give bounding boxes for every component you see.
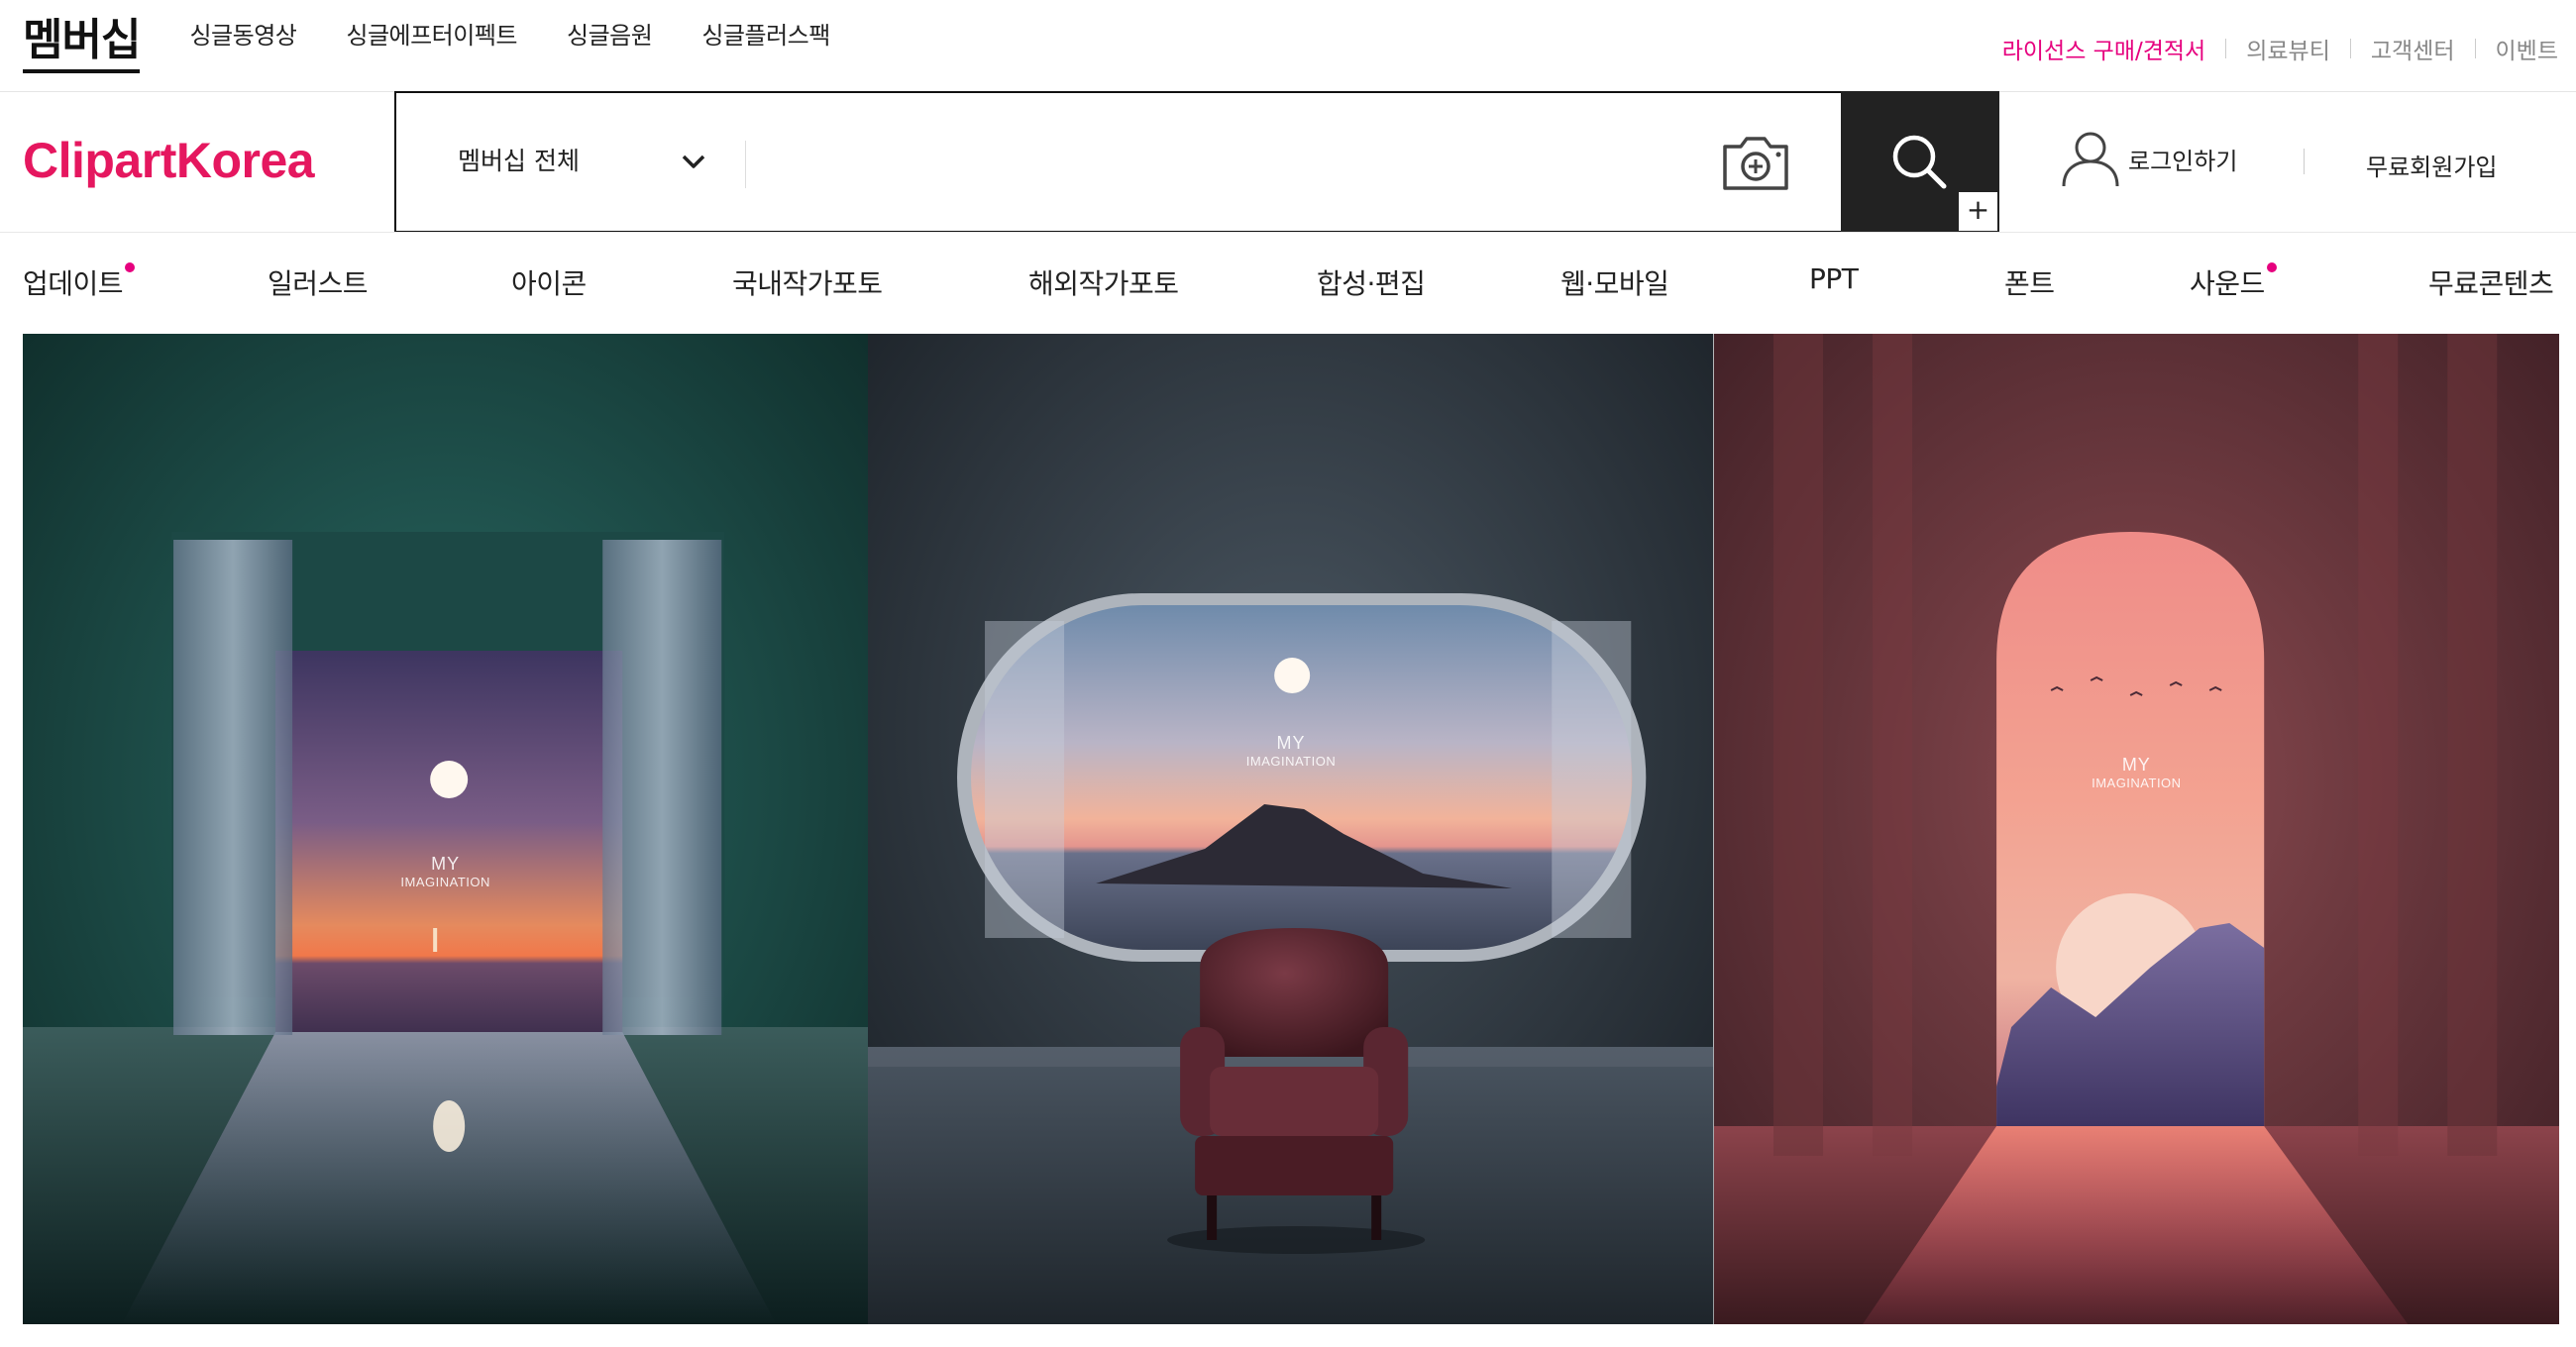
category-icon[interactable]: 아이콘 xyxy=(511,262,587,302)
category-label: 폰트 xyxy=(2004,267,2055,300)
category-web-mobile[interactable]: 웹·모바일 xyxy=(1560,262,1669,302)
search-category-select[interactable]: 멤버십 전체 xyxy=(458,142,580,177)
banner-caption: MY IMAGINATION xyxy=(1714,755,2559,790)
category-label: 국내작가포토 xyxy=(732,267,883,300)
category-free-content[interactable]: 무료콘텐츠 xyxy=(2428,262,2554,302)
category-nav: 업데이트 일러스트 아이콘 국내작가포토 해외작가포토 합성·편집 웹·모바일 … xyxy=(23,262,2559,302)
category-illustration[interactable]: 일러스트 xyxy=(268,262,369,302)
event-link[interactable]: 이벤트 xyxy=(2496,32,2558,65)
category-label: 무료콘텐츠 xyxy=(2428,267,2554,300)
tab-single-audio[interactable]: 싱글음원 xyxy=(567,0,653,51)
category-composite-edit[interactable]: 합성·편집 xyxy=(1317,262,1426,302)
divider xyxy=(2474,39,2476,58)
tab-membership[interactable]: 멤버십 xyxy=(23,0,141,73)
search-input[interactable] xyxy=(765,129,1359,198)
divider xyxy=(745,141,746,188)
chevron-down-icon[interactable] xyxy=(679,147,708,176)
search-button[interactable]: + xyxy=(1841,91,1999,233)
divider xyxy=(2225,39,2227,58)
tab-single-after-effects[interactable]: 싱글에프터이펙트 xyxy=(346,0,517,51)
category-label: 웹·모바일 xyxy=(1560,267,1669,300)
category-label: 합성·편집 xyxy=(1317,267,1426,300)
arch-scene-image xyxy=(1713,334,2559,1324)
new-badge xyxy=(125,262,136,272)
top-tabs: 멤버십 싱글동영상 싱글에프터이펙트 싱글음원 싱글플러스팩 xyxy=(23,0,880,74)
divider xyxy=(2304,149,2305,174)
category-label: 일러스트 xyxy=(268,267,369,300)
tab-single-plus-pack[interactable]: 싱글플러스팩 xyxy=(701,0,830,51)
doorway-scene-image xyxy=(23,334,869,1324)
login-link[interactable]: 로그인하기 xyxy=(2061,129,2237,188)
category-label: 사운드 xyxy=(2190,267,2265,300)
utility-links: 라이선스 구매/견적서 의료뷰티 고객센터 이벤트 xyxy=(2002,32,2558,65)
customer-center-link[interactable]: 고객센터 xyxy=(2371,32,2455,65)
category-label: 업데이트 xyxy=(23,267,124,300)
category-ppt[interactable]: PPT xyxy=(1809,262,1859,295)
banner-panel-window[interactable]: MY IMAGINATION xyxy=(868,334,1714,1324)
category-domestic-photo[interactable]: 국내작가포토 xyxy=(732,262,883,302)
caption-title: MY xyxy=(1276,733,1306,753)
logo[interactable]: ClipartKorea xyxy=(23,132,315,189)
signup-link[interactable]: 무료회원가입 xyxy=(2366,148,2497,182)
advanced-search-button[interactable]: + xyxy=(1957,190,1999,233)
banner-panel-doorway[interactable]: MY IMAGINATION xyxy=(23,334,869,1324)
divider xyxy=(0,232,2576,233)
main-banner[interactable]: MY IMAGINATION MY IMAGINATION MY IMAGINA… xyxy=(23,334,2559,1324)
category-update[interactable]: 업데이트 xyxy=(23,262,136,302)
new-badge xyxy=(2266,262,2277,272)
category-font[interactable]: 폰트 xyxy=(2004,262,2055,302)
medical-beauty-link[interactable]: 의료뷰티 xyxy=(2246,32,2330,65)
license-link[interactable]: 라이선스 구매/견적서 xyxy=(2002,32,2206,65)
banner-caption: MY IMAGINATION xyxy=(23,854,868,889)
caption-title: MY xyxy=(431,854,461,874)
category-label: PPT xyxy=(1809,262,1859,295)
caption-subtitle: IMAGINATION xyxy=(400,875,490,889)
category-sound[interactable]: 사운드 xyxy=(2190,262,2277,302)
banner-panel-arch[interactable]: MY IMAGINATION xyxy=(1713,334,2559,1324)
category-label: 해외작가포토 xyxy=(1028,267,1179,300)
search-icon xyxy=(1892,135,1947,189)
user-icon xyxy=(2062,132,2119,187)
search-box: 멤버십 전체 xyxy=(394,91,1841,233)
category-label: 아이콘 xyxy=(511,267,587,300)
banner-caption: MY IMAGINATION xyxy=(868,733,1713,769)
tab-single-video[interactable]: 싱글동영상 xyxy=(189,0,296,51)
window-scene-image xyxy=(868,334,1714,1324)
caption-subtitle: IMAGINATION xyxy=(2092,776,2182,790)
login-label: 로그인하기 xyxy=(2128,147,2238,175)
caption-title: MY xyxy=(2121,755,2151,775)
category-foreign-photo[interactable]: 해외작가포토 xyxy=(1028,262,1179,302)
camera-search-icon[interactable] xyxy=(1721,133,1790,192)
divider xyxy=(2349,39,2351,58)
caption-subtitle: IMAGINATION xyxy=(1245,754,1337,769)
